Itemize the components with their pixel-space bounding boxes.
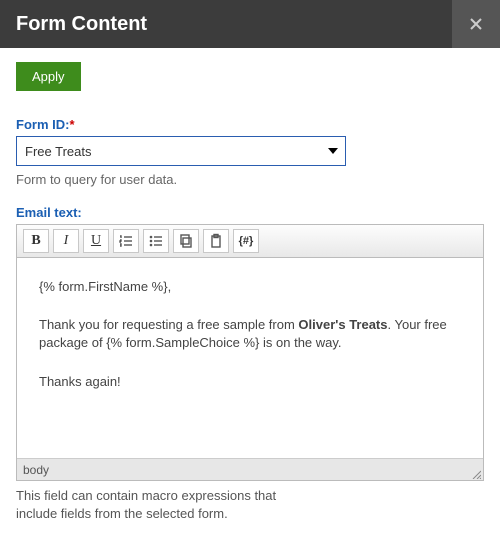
ordered-list-icon	[118, 233, 134, 249]
dialog-title: Form Content	[16, 13, 147, 36]
editor-toolbar: B I U	[17, 225, 483, 258]
email-signoff: Thanks again!	[39, 373, 461, 391]
copy-button[interactable]	[173, 229, 199, 253]
paste-icon	[208, 233, 224, 249]
insert-macro-button[interactable]: {#}	[233, 229, 259, 253]
close-icon	[468, 16, 484, 32]
dialog-header: Form Content	[0, 0, 500, 48]
resize-icon	[471, 469, 481, 479]
form-id-selected: Free Treats	[25, 144, 91, 159]
email-greeting: {% form.FirstName %},	[39, 278, 461, 296]
apply-button[interactable]: Apply	[16, 62, 81, 91]
unordered-list-icon	[148, 233, 164, 249]
bold-button[interactable]: B	[23, 229, 49, 253]
copy-icon	[178, 233, 194, 249]
underline-button[interactable]: U	[83, 229, 109, 253]
resize-handle[interactable]	[471, 468, 481, 478]
email-paragraph: Thank you for requesting a free sample f…	[39, 316, 461, 352]
unordered-list-button[interactable]	[143, 229, 169, 253]
rich-text-editor: B I U	[16, 224, 484, 481]
italic-button[interactable]: I	[53, 229, 79, 253]
email-text-help: This field can contain macro expressions…	[16, 487, 484, 522]
paste-button[interactable]	[203, 229, 229, 253]
email-text-label: Email text:	[16, 205, 484, 220]
ordered-list-button[interactable]	[113, 229, 139, 253]
dialog-body: Apply Form ID:* Free Treats Form to quer…	[0, 48, 500, 522]
form-id-select[interactable]: Free Treats	[16, 136, 346, 166]
editor-status-bar: body	[17, 458, 483, 480]
form-id-label: Form ID:*	[16, 117, 484, 132]
editor-content[interactable]: {% form.FirstName %}, Thank you for requ…	[17, 258, 483, 458]
close-button[interactable]	[452, 0, 500, 48]
editor-path: body	[23, 463, 49, 477]
form-id-help: Form to query for user data.	[16, 172, 484, 187]
